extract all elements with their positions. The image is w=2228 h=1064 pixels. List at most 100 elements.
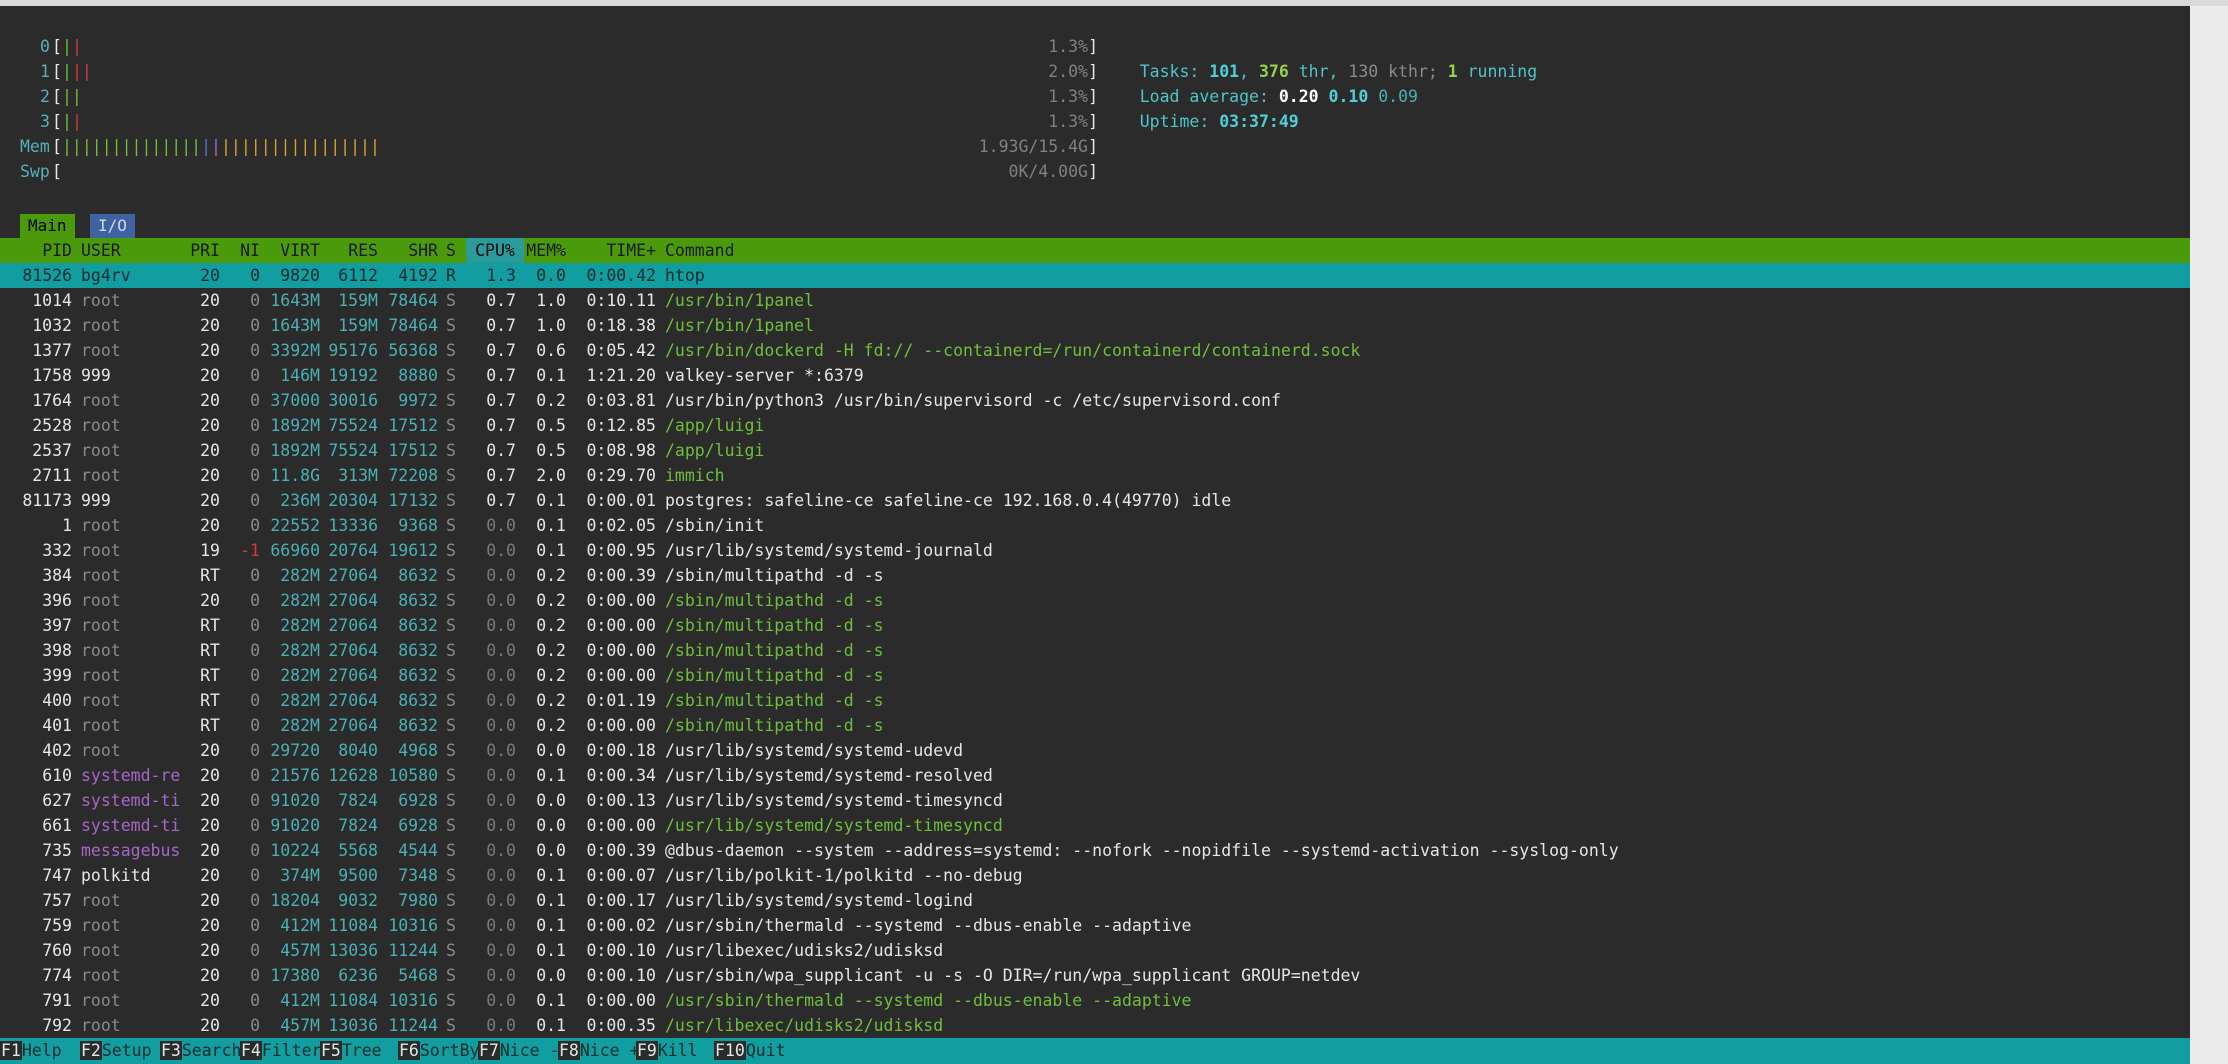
cell-res: 6236 bbox=[338, 966, 378, 985]
fkey-quit-button[interactable]: F10Quit bbox=[714, 1038, 786, 1064]
table-row[interactable]: 2537 root 20 0 1892M 75524 17512 S 0.7 0.5 0:08.98… bbox=[0, 438, 2190, 463]
cell-s: S bbox=[446, 566, 456, 585]
cell-cpu: 0.7 bbox=[486, 466, 516, 485]
cell-mem: 0.1 bbox=[536, 991, 566, 1010]
table-row[interactable]: 81173 999 20 0 236M 20304 17132 S 0.7 0.1 0:00.01 p… bbox=[0, 488, 2190, 513]
table-row[interactable]: 397 root RT 0 282M 27064 8632 S 0.0 0.2 0:00.00/sb… bbox=[0, 613, 2190, 638]
cell-user: root bbox=[81, 666, 121, 685]
tab-io[interactable]: I/O bbox=[90, 214, 135, 238]
cell-pid: 81173 bbox=[22, 491, 72, 510]
meter-bar: || bbox=[62, 34, 82, 59]
table-row[interactable]: 791 root 20 0 412M 11084 10316 S 0.0 0.1 0:00.00/u… bbox=[0, 988, 2190, 1013]
col-shr[interactable]: SHR bbox=[384, 238, 438, 263]
col-state[interactable]: S bbox=[446, 238, 462, 263]
cell-mem: 0.1 bbox=[536, 1016, 566, 1035]
fkey-search-button[interactable]: F3Search bbox=[160, 1038, 241, 1064]
cell-cmd: /sbin/multipathd -d -s bbox=[665, 691, 884, 710]
col-pid[interactable]: PID bbox=[0, 238, 72, 263]
fkey-help-button[interactable]: F1Help bbox=[0, 1038, 62, 1064]
cell-pri: 20 bbox=[200, 991, 220, 1010]
cell-shr: 17512 bbox=[388, 416, 438, 435]
col-mem[interactable]: MEM% bbox=[524, 238, 566, 263]
cell-pid: 397 bbox=[42, 616, 72, 635]
table-row[interactable]: 1377 root 20 0 3392M 95176 56368 S 0.7 0.6 0:05.42… bbox=[0, 338, 2190, 363]
load-15min: 0.09 bbox=[1378, 87, 1418, 106]
cell-ni: 0 bbox=[250, 516, 260, 535]
table-row[interactable]: 747 polkitd 20 0 374M 9500 7348 S 0.0 0.1 0:00.07 /… bbox=[0, 863, 2190, 888]
cell-virt: 1892M bbox=[270, 441, 320, 460]
table-row[interactable]: 1032 root 20 0 1643M 159M 78464 S 0.7 1.0 0:18.38 /… bbox=[0, 313, 2190, 338]
cell-res: 20304 bbox=[328, 491, 378, 510]
table-row[interactable]: 760 root 20 0 457M 13036 11244 S 0.0 0.1 0:00.10/u… bbox=[0, 938, 2190, 963]
cell-cpu: 0.0 bbox=[486, 916, 516, 935]
cell-res: 27064 bbox=[328, 566, 378, 585]
tab-main[interactable]: Main bbox=[20, 214, 75, 238]
table-row[interactable]: 384 root RT 0 282M 27064 8632 S 0.0 0.2 0:00.39/sb… bbox=[0, 563, 2190, 588]
cell-virt: 282M bbox=[280, 591, 320, 610]
col-res[interactable]: RES bbox=[326, 238, 378, 263]
fkey-filter-button[interactable]: F4Filter bbox=[240, 1038, 321, 1064]
cell-pid: 610 bbox=[42, 766, 72, 785]
cell-s: S bbox=[446, 491, 456, 510]
cell-cmd: /sbin/multipathd -d -s bbox=[665, 566, 884, 585]
fkey-nice-button[interactable]: F7Nice - bbox=[478, 1038, 559, 1064]
table-row[interactable]: 1764 root 20 0 37000 30016 9972 S 0.7 0.2 0:03.81 /… bbox=[0, 388, 2190, 413]
cell-virt: 17380 bbox=[270, 966, 320, 985]
window-scrollbar-track[interactable] bbox=[2190, 6, 2228, 1064]
col-ni[interactable]: NI bbox=[225, 238, 260, 263]
cell-shr: 7980 bbox=[398, 891, 438, 910]
col-time[interactable]: TIME+ bbox=[574, 238, 656, 263]
fkey-label: Kill bbox=[657, 1041, 698, 1060]
cell-pri: 19 bbox=[200, 541, 220, 560]
table-row[interactable]: 774 root 20 0 17380 6236 5468 S 0.0 0.0 0:00.10/us… bbox=[0, 963, 2190, 988]
table-row[interactable]: 399 root RT 0 282M 27064 8632 S 0.0 0.2 0:00.00/sb… bbox=[0, 663, 2190, 688]
cell-time: 0:00.10 bbox=[586, 966, 656, 985]
cell-ni: 0 bbox=[250, 591, 260, 610]
table-row-selected[interactable]: 81526 bg4rv 20 0 9820 6112 4192 R 1.3 0.0 0:00.42 h… bbox=[0, 263, 2190, 288]
col-pri[interactable]: PRI bbox=[180, 238, 220, 263]
table-row[interactable]: 759 root 20 0 412M 11084 10316 S 0.0 0.1 0:00.02/u… bbox=[0, 913, 2190, 938]
table-row[interactable]: 396 root 20 0 282M 27064 8632 S 0.0 0.2 0:00.00/sb… bbox=[0, 588, 2190, 613]
cell-s: S bbox=[446, 991, 456, 1010]
function-key-bar: F1Help F2Setup F3Search F4Filter F5Tree F6Sor… bbox=[0, 1038, 2190, 1064]
cell-ni: 0 bbox=[250, 791, 260, 810]
fkey-sortby-button[interactable]: F6SortBy bbox=[398, 1038, 479, 1064]
col-user[interactable]: USER bbox=[81, 238, 191, 263]
table-row[interactable]: 1758 999 20 0 146M 19192 8880 S 0.7 0.1 1:21.20 val… bbox=[0, 363, 2190, 388]
table-row[interactable]: 332 root 19 -1 66960 20764 19612 S 0.0 0.1 0:00.95… bbox=[0, 538, 2190, 563]
fkey-setup-button[interactable]: F2Setup bbox=[80, 1038, 152, 1064]
table-row[interactable]: 627 systemd-ti 20 0 91020 7824 6928 S 0.0 0.0 0:00… bbox=[0, 788, 2190, 813]
table-row[interactable]: 735 messagebus 20 0 10224 5568 4544 S 0.0 0.0 0:00… bbox=[0, 838, 2190, 863]
cell-pri: RT bbox=[200, 666, 220, 685]
fkey-nice-button[interactable]: F8Nice + bbox=[558, 1038, 639, 1064]
col-virt[interactable]: VIRT bbox=[262, 238, 320, 263]
table-row[interactable]: 757 root 20 0 18204 9032 7980 S 0.0 0.1 0:00.17/us… bbox=[0, 888, 2190, 913]
table-row[interactable]: 402 root 20 0 29720 8040 4968 S 0.0 0.0 0:00.18/us… bbox=[0, 738, 2190, 763]
cell-ni: 0 bbox=[250, 941, 260, 960]
table-row[interactable]: 401 root RT 0 282M 27064 8632 S 0.0 0.2 0:00.00/sb… bbox=[0, 713, 2190, 738]
cell-s: S bbox=[446, 816, 456, 835]
meter-mem: Mem[|||||||||||||||||||||||||||||||| 1.93… bbox=[0, 134, 1098, 159]
table-row[interactable]: 792 root 20 0 457M 13036 11244 S 0.0 0.1 0:00.35/u… bbox=[0, 1013, 2190, 1038]
table-row[interactable]: 2528 root 20 0 1892M 75524 17512 S 0.7 0.5 0:12.85… bbox=[0, 413, 2190, 438]
cell-user: root bbox=[81, 466, 121, 485]
cell-time: 0:00.07 bbox=[586, 866, 656, 885]
table-row[interactable]: 610 systemd-re 20 0 21576 12628 10580 S 0.0 0.1 0:… bbox=[0, 763, 2190, 788]
table-row[interactable]: 2711 root 20 0 11.8G 313M 72208 S 0.7 2.0 0:29.70 i… bbox=[0, 463, 2190, 488]
cell-user: systemd-ti bbox=[81, 791, 181, 810]
cell-cpu: 0.7 bbox=[486, 341, 516, 360]
fkey-kill-button[interactable]: F9Kill bbox=[636, 1038, 698, 1064]
cell-cmd: /sbin/multipathd -d -s bbox=[665, 591, 884, 610]
meter-label: 1 bbox=[40, 62, 50, 81]
table-row[interactable]: 1 root 20 0 22552 13336 9368 S 0.0 0.1 0:02.05/sbi… bbox=[0, 513, 2190, 538]
col-command[interactable]: Command bbox=[665, 238, 2165, 263]
table-row[interactable]: 400 root RT 0 282M 27064 8632 S 0.0 0.2 0:01.19/sb… bbox=[0, 688, 2190, 713]
fkey-tree-button[interactable]: F5Tree bbox=[320, 1038, 382, 1064]
col-cpu-sorted[interactable]: CPU% bbox=[466, 238, 524, 263]
table-row[interactable]: 1014 root 20 0 1643M 159M 78464 S 0.7 1.0 0:10.11 /… bbox=[0, 288, 2190, 313]
table-row[interactable]: 398 root RT 0 282M 27064 8632 S 0.0 0.2 0:00.00/sb… bbox=[0, 638, 2190, 663]
table-row[interactable]: 661 systemd-ti 20 0 91020 7824 6928 S 0.0 0.0 0:00… bbox=[0, 813, 2190, 838]
cell-virt: 91020 bbox=[270, 816, 320, 835]
fkey-label: Help bbox=[21, 1041, 62, 1060]
cell-cmd: /sbin/multipathd -d -s bbox=[665, 716, 884, 735]
